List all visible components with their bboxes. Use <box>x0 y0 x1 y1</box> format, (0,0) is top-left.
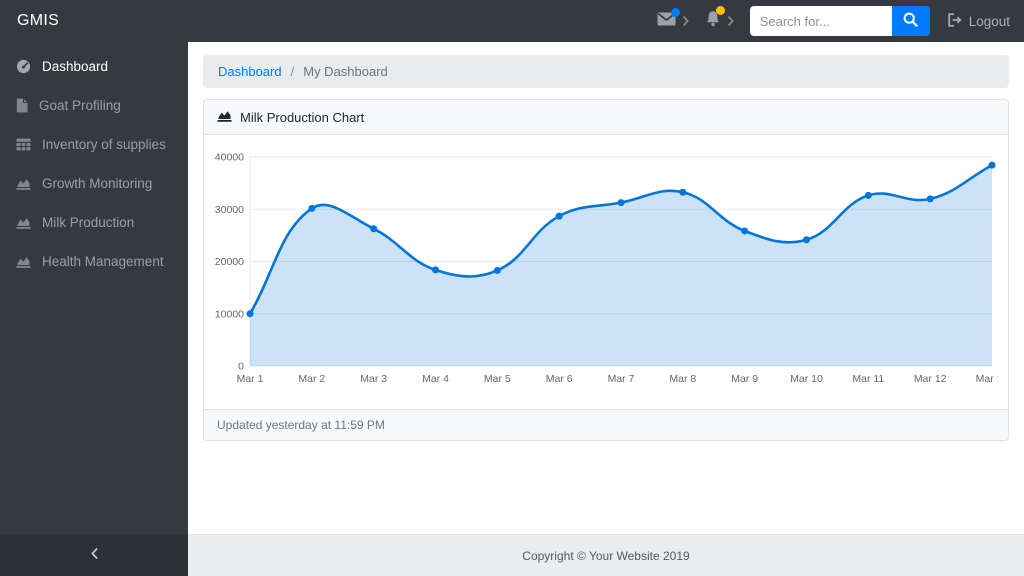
top-navbar: GMIS Search for... Logout <box>0 0 1024 42</box>
svg-text:Mar 4: Mar 4 <box>422 373 449 385</box>
sidebar-item-milk-production[interactable]: Milk Production <box>0 203 188 242</box>
search-form <box>749 6 930 36</box>
sidebar-item-growth-monitoring[interactable]: Growth Monitoring <box>0 164 188 203</box>
sidebar-item-label: Inventory of supplies <box>42 137 166 152</box>
sidebar-item-label: Growth Monitoring <box>42 176 153 191</box>
navbar-right: Logout <box>657 6 1024 36</box>
sidebar-item-label: Health Management <box>42 254 164 269</box>
logout-button[interactable]: Logout <box>947 12 1010 30</box>
sidebar-item-inventory[interactable]: Inventory of supplies <box>0 125 188 164</box>
chart-area-icon <box>16 255 31 268</box>
messages-dropdown-toggle[interactable] <box>657 7 680 31</box>
sidebar-item-label: Dashboard <box>42 59 109 74</box>
svg-text:Mar 1: Mar 1 <box>237 373 264 385</box>
search-button[interactable] <box>891 6 930 36</box>
search-input[interactable] <box>749 6 892 36</box>
file-icon <box>16 98 28 113</box>
svg-text:Mar 8: Mar 8 <box>669 373 696 385</box>
svg-text:Mar 7: Mar 7 <box>608 373 635 385</box>
svg-text:10000: 10000 <box>215 308 244 320</box>
chevron-right-icon <box>727 16 734 26</box>
sidebar-collapse-button[interactable] <box>74 540 114 570</box>
main-content: Dashboard / My Dashboard Milk Production… <box>188 42 1024 534</box>
sidebar-item-dashboard[interactable]: Dashboard <box>0 47 188 86</box>
svg-text:Mar 5: Mar 5 <box>484 373 511 385</box>
svg-text:Mar 11: Mar 11 <box>852 373 884 385</box>
tachometer-icon <box>16 59 31 74</box>
svg-text:Mar 10: Mar 10 <box>790 373 823 385</box>
angle-left-icon <box>90 546 98 564</box>
svg-text:Mar 12: Mar 12 <box>914 373 947 385</box>
svg-text:Mar 2: Mar 2 <box>298 373 325 385</box>
copyright-text: Copyright © Your Website 2019 <box>522 548 690 563</box>
card-footer: Updated yesterday at 11:59 PM <box>204 409 1008 440</box>
sidebar-item-label: Milk Production <box>42 215 135 230</box>
card-updated-text: Updated yesterday at 11:59 PM <box>217 418 385 432</box>
breadcrumb-separator: / <box>290 64 295 79</box>
page-footer: Copyright © Your Website 2019 <box>188 534 1024 576</box>
breadcrumb-current: My Dashboard <box>303 64 388 79</box>
messages-badge <box>670 7 680 17</box>
sidebar-item-health-management[interactable]: Health Management <box>0 242 188 281</box>
svg-text:Mar 13: Mar 13 <box>976 373 998 385</box>
search-icon <box>903 12 918 30</box>
card-body: 0 10000 20000 30000 40000 Mar 1 Mar 2 Mar 3 Mar … <box>204 135 1009 409</box>
table-icon <box>16 138 31 151</box>
logout-label: Logout <box>968 13 1010 29</box>
svg-text:0: 0 <box>238 361 244 373</box>
alerts-badge <box>715 6 725 15</box>
chart-area-icon <box>16 177 31 190</box>
svg-text:Mar 6: Mar 6 <box>546 373 573 385</box>
svg-text:20000: 20000 <box>215 256 244 268</box>
app-brand[interactable]: GMIS <box>0 12 180 30</box>
sidebar-item-label: Goat Profiling <box>39 98 121 113</box>
breadcrumb-link-dashboard[interactable]: Dashboard <box>218 64 282 79</box>
milk-production-area-chart: 0 10000 20000 30000 40000 Mar 1 Mar 2 Mar 3 Mar … <box>215 152 1009 386</box>
alerts-dropdown-toggle[interactable] <box>705 6 725 32</box>
chevron-right-icon <box>682 16 689 26</box>
card-header: Milk Production Chart <box>204 100 1008 135</box>
svg-text:Mar 3: Mar 3 <box>360 373 387 385</box>
sidebar-nav: Dashboard Goat Profiling Inventory of su… <box>0 42 188 534</box>
milk-production-card: Milk Production Chart 0 10000 20000 30000 40… <box>203 99 1009 441</box>
card-title: Milk Production Chart <box>240 109 365 125</box>
svg-text:30000: 30000 <box>215 204 244 216</box>
chart-area-icon <box>16 216 31 229</box>
svg-text:40000: 40000 <box>215 152 244 164</box>
sign-out-icon <box>947 12 962 30</box>
sidebar-item-goat-profiling[interactable]: Goat Profiling <box>0 86 188 125</box>
chart-area-icon <box>217 109 232 125</box>
sidebar-footer <box>0 534 188 576</box>
breadcrumb: Dashboard / My Dashboard <box>203 55 1009 88</box>
svg-text:Mar 9: Mar 9 <box>731 373 758 385</box>
